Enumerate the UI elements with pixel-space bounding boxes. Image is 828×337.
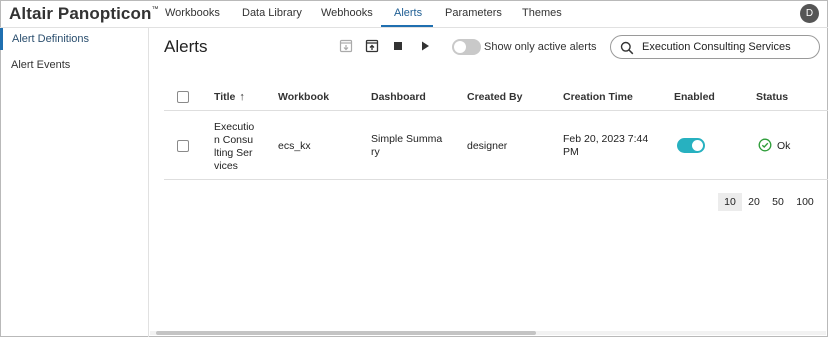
brand-logo: Altair Panopticon™ xyxy=(9,4,159,23)
sidebar-item-alert-definitions[interactable]: Alert Definitions xyxy=(0,28,148,50)
enabled-toggle[interactable] xyxy=(677,138,705,153)
active-alerts-toggle[interactable] xyxy=(452,39,481,55)
nav-parameters[interactable]: Parameters xyxy=(445,7,502,19)
stop-icon[interactable] xyxy=(391,39,405,53)
nav-alerts[interactable]: Alerts xyxy=(394,7,422,19)
page-size-20[interactable]: 20 xyxy=(743,193,765,211)
nav-data-library[interactable]: Data Library xyxy=(242,7,302,19)
search-input[interactable]: Execution Consulting Services xyxy=(610,35,820,59)
nav-active-indicator xyxy=(381,25,433,27)
page-size-50[interactable]: 50 xyxy=(767,193,789,211)
search-value: Execution Consulting Services xyxy=(642,41,791,53)
status-value: Ok xyxy=(777,140,791,152)
nav-workbooks[interactable]: Workbooks xyxy=(165,7,220,19)
page-size-100[interactable]: 100 xyxy=(792,193,818,211)
column-enabled[interactable]: Enabled xyxy=(674,91,715,103)
check-circle-icon xyxy=(758,138,772,157)
nav-themes[interactable]: Themes xyxy=(522,7,562,19)
cell-created-by: designer xyxy=(467,140,508,152)
toggle-knob xyxy=(454,41,466,53)
column-dashboard[interactable]: Dashboard xyxy=(371,91,426,103)
export-icon[interactable] xyxy=(365,39,379,53)
top-bar: Altair Panopticon™ Workbooks Data Librar… xyxy=(0,0,828,28)
page-size-10[interactable]: 10 xyxy=(718,193,742,211)
user-avatar[interactable]: D xyxy=(800,4,819,23)
page-title: Alerts xyxy=(164,37,208,56)
toggle-knob xyxy=(692,140,703,151)
sidebar-item-alert-events[interactable]: Alert Events xyxy=(0,54,148,76)
nav-webhooks[interactable]: Webhooks xyxy=(321,7,373,19)
column-creation-time[interactable]: Creation Time xyxy=(563,91,633,103)
column-status[interactable]: Status xyxy=(756,91,788,103)
header-divider xyxy=(164,110,828,111)
row-checkbox[interactable] xyxy=(177,140,189,152)
row-divider xyxy=(164,179,828,180)
sort-asc-icon[interactable]: ↑ xyxy=(239,91,245,103)
select-all-checkbox[interactable] xyxy=(177,91,189,103)
cell-dashboard: Simple Summa ry xyxy=(371,133,443,158)
horizontal-scrollbar-thumb[interactable] xyxy=(156,331,536,335)
cell-title[interactable]: Executio n Consu lting Ser vices xyxy=(214,121,254,173)
play-icon[interactable] xyxy=(418,39,432,53)
active-alerts-label: Show only active alerts xyxy=(484,41,597,53)
cell-creation-time: Feb 20, 2023 7:44 PM xyxy=(563,133,649,158)
column-created-by[interactable]: Created By xyxy=(467,91,522,103)
column-title[interactable]: Title ↑ xyxy=(214,91,245,103)
search-icon xyxy=(620,41,634,55)
cell-workbook: ecs_kx xyxy=(278,140,311,152)
import-icon[interactable] xyxy=(339,39,353,53)
sidebar: Alert Definitions Alert Events xyxy=(0,28,149,337)
column-workbook[interactable]: Workbook xyxy=(278,91,329,103)
